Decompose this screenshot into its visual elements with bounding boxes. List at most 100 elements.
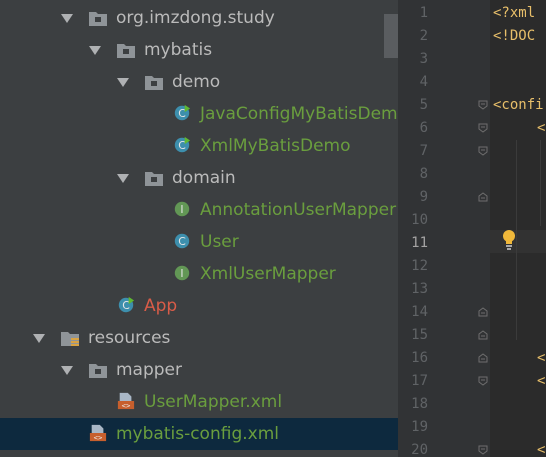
code-text: < bbox=[537, 442, 546, 457]
lightbulb-icon[interactable] bbox=[502, 229, 516, 251]
fold-marker-icon[interactable] bbox=[478, 192, 488, 202]
code-line-17: < bbox=[537, 372, 545, 390]
current-line-highlight bbox=[490, 230, 546, 253]
package-icon bbox=[145, 76, 163, 90]
tree-item-label: mapper bbox=[116, 360, 183, 380]
tree-item-xmlusermapper[interactable]: I XmlUserMapper bbox=[0, 258, 398, 290]
package-icon bbox=[89, 12, 107, 26]
tree-item-label: JavaConfigMyBatisDemo bbox=[200, 104, 398, 124]
svg-text:I: I bbox=[180, 267, 183, 280]
line-number-gutter: 1 2 3 4 5 6 7 8 9 10 11 12 13 14 15 16 1… bbox=[398, 0, 490, 457]
project-tree: org.imzdong.study mybatis demo C JavaCon… bbox=[0, 0, 398, 457]
tree-item-domain[interactable]: domain bbox=[0, 162, 398, 194]
fold-marker-icon[interactable] bbox=[478, 353, 488, 363]
line-number: 10 bbox=[411, 212, 428, 228]
code-text: < bbox=[537, 350, 546, 366]
code-editor[interactable]: 1 2 3 4 5 6 7 8 9 10 11 12 13 14 15 16 1… bbox=[398, 0, 546, 457]
expand-arrow-icon[interactable] bbox=[61, 366, 73, 375]
svg-text:C: C bbox=[122, 299, 130, 312]
tree-item-label: mybatis bbox=[144, 40, 213, 60]
tree-item-label: org.imzdong.study bbox=[116, 8, 275, 28]
tree-item-xmlmybatisdemo[interactable]: C XmlMyBatisDemo bbox=[0, 130, 398, 162]
code-text: < bbox=[537, 120, 546, 136]
line-number: 15 bbox=[411, 327, 428, 343]
tree-item-label: domain bbox=[172, 168, 236, 188]
xml-file-icon: <> bbox=[89, 424, 107, 442]
fold-marker-icon[interactable] bbox=[478, 330, 488, 340]
tree-item-javaconfigmybatisdemo[interactable]: C JavaConfigMyBatisDemo bbox=[0, 98, 398, 130]
code-text: <!DOC bbox=[493, 28, 536, 44]
fold-marker-icon[interactable] bbox=[478, 376, 488, 386]
expand-arrow-icon[interactable] bbox=[89, 46, 101, 55]
tree-item-label: App bbox=[144, 296, 178, 316]
tree-item-label: User bbox=[200, 232, 239, 252]
fold-marker-icon[interactable] bbox=[478, 445, 488, 455]
runnable-class-icon: C bbox=[118, 296, 135, 313]
runnable-class-icon: C bbox=[174, 136, 191, 153]
expand-arrow-icon[interactable] bbox=[117, 174, 129, 183]
line-number: 16 bbox=[411, 350, 428, 366]
line-number: 12 bbox=[411, 258, 428, 274]
svg-text:C: C bbox=[178, 235, 186, 248]
line-number-current: 11 bbox=[411, 235, 428, 251]
tree-item-annotationusermapper[interactable]: I AnnotationUserMapper bbox=[0, 194, 398, 226]
tree-item-label: XmlUserMapper bbox=[200, 264, 336, 284]
fold-marker-icon[interactable] bbox=[478, 146, 488, 156]
line-number: 17 bbox=[411, 373, 428, 389]
tree-item-demo[interactable]: demo bbox=[0, 66, 398, 98]
tree-item-label: resources bbox=[88, 328, 171, 348]
indent-guide bbox=[540, 140, 541, 226]
package-icon bbox=[145, 172, 163, 186]
fold-marker-icon[interactable] bbox=[478, 307, 488, 317]
code-text: <?xml bbox=[493, 5, 536, 21]
svg-text:C: C bbox=[178, 107, 186, 120]
svg-text:I: I bbox=[180, 203, 183, 216]
line-number: 4 bbox=[419, 74, 428, 90]
expand-arrow-icon[interactable] bbox=[117, 78, 129, 87]
tree-item-mybatis[interactable]: mybatis bbox=[0, 34, 398, 66]
svg-text:<>: <> bbox=[122, 401, 131, 410]
tree-item-mapper[interactable]: mapper bbox=[0, 354, 398, 386]
line-number: 8 bbox=[419, 166, 428, 182]
line-number: 3 bbox=[419, 51, 428, 67]
runnable-class-icon: C bbox=[174, 104, 191, 121]
tree-scrollbar-thumb[interactable] bbox=[384, 14, 398, 58]
line-number: 7 bbox=[419, 143, 428, 159]
xml-file-icon: <> bbox=[117, 392, 135, 410]
fold-marker-icon[interactable] bbox=[478, 123, 488, 133]
line-number: 20 bbox=[411, 442, 428, 457]
line-number: 19 bbox=[411, 419, 428, 435]
tree-item-org-imzdong-study[interactable]: org.imzdong.study bbox=[0, 2, 398, 34]
fold-marker-icon[interactable] bbox=[478, 100, 488, 110]
tree-item-label: mybatis-config.xml bbox=[116, 424, 279, 444]
indent-guide bbox=[516, 140, 517, 340]
expand-arrow-icon[interactable] bbox=[61, 14, 73, 23]
code-text: < bbox=[537, 373, 546, 389]
line-number: 14 bbox=[411, 304, 428, 320]
tree-item-user[interactable]: C User bbox=[0, 226, 398, 258]
tree-item-usermapper-xml[interactable]: <> UserMapper.xml bbox=[0, 386, 398, 418]
tree-item-label: UserMapper.xml bbox=[144, 392, 283, 412]
tree-item-resources[interactable]: resources bbox=[0, 322, 398, 354]
interface-icon: I bbox=[174, 265, 190, 281]
code-line-6: < bbox=[537, 119, 545, 137]
tree-item-label: demo bbox=[172, 72, 221, 92]
tree-item-label: XmlMyBatisDemo bbox=[200, 136, 351, 156]
code-text: <confi bbox=[493, 97, 544, 113]
code-line-16: < bbox=[537, 349, 545, 367]
line-number: 6 bbox=[419, 120, 428, 136]
expand-arrow-icon[interactable] bbox=[33, 334, 45, 343]
package-icon bbox=[117, 44, 135, 58]
interface-icon: I bbox=[174, 201, 190, 217]
line-number: 18 bbox=[411, 396, 428, 412]
tree-item-app[interactable]: C App bbox=[0, 290, 398, 322]
tree-item-mybatis-config-xml[interactable]: <> mybatis-config.xml bbox=[0, 418, 398, 450]
svg-text:C: C bbox=[178, 139, 186, 152]
class-icon: C bbox=[174, 233, 190, 249]
package-icon bbox=[89, 364, 107, 378]
line-number: 5 bbox=[419, 97, 428, 113]
svg-text:<>: <> bbox=[94, 433, 103, 442]
resources-folder-icon bbox=[61, 332, 79, 346]
tree-item-label: AnnotationUserMapper bbox=[200, 200, 397, 220]
code-line-1: <?xml bbox=[493, 4, 535, 22]
